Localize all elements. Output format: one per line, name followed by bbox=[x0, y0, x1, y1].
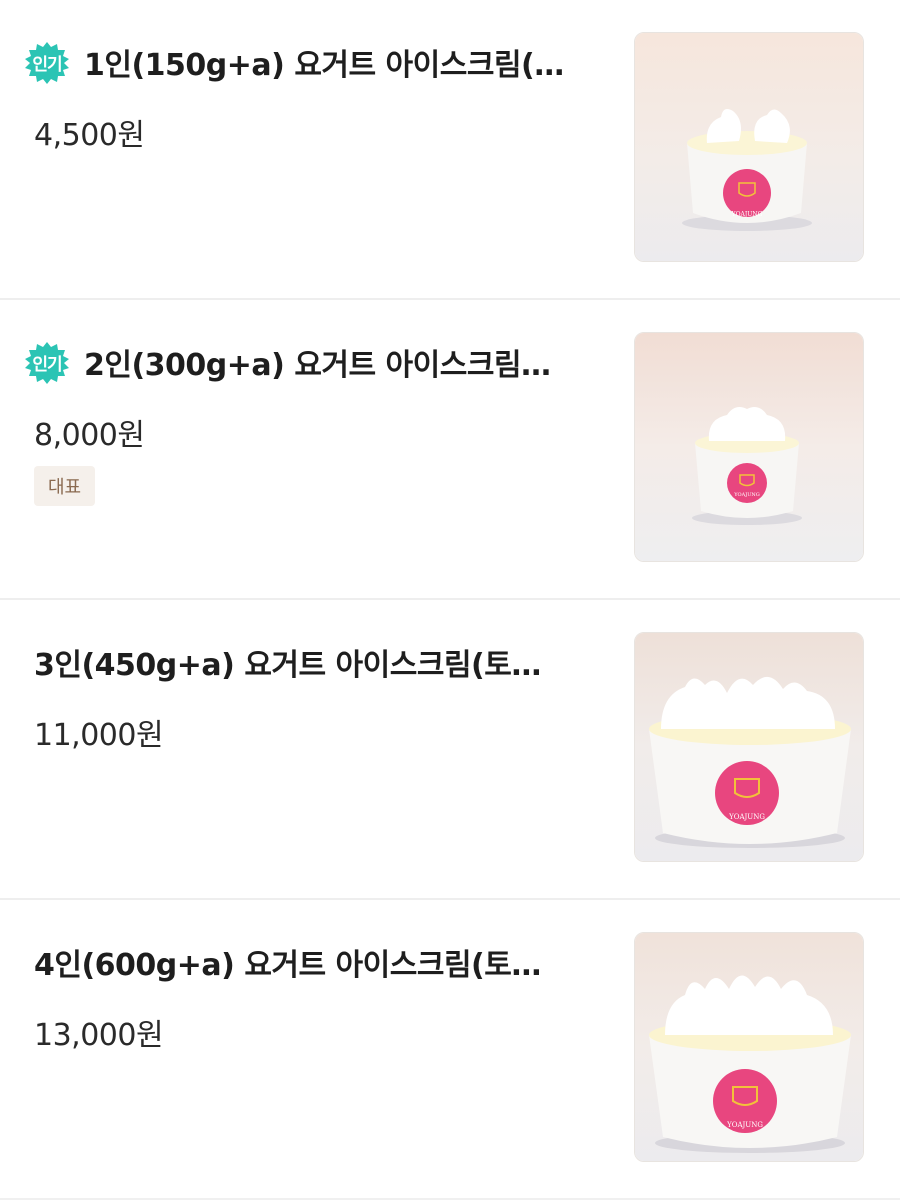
menu-item-3person[interactable]: 3인(450g+a) 요거트 아이스크림(토… 11,000원 YOAJUNG bbox=[0, 600, 900, 900]
menu-item-price: 8,000원 bbox=[34, 418, 145, 453]
menu-item-title-row: 4인(600g+a) 요거트 아이스크림(토… bbox=[34, 940, 541, 984]
menu-item-price: 11,000원 bbox=[34, 718, 164, 753]
cup-brand-text: YOAJUNG bbox=[731, 211, 763, 218]
menu-item-title-row: 인기 1인(150g+a) 요거트 아이스크림(… bbox=[22, 40, 564, 84]
menu-item-4person[interactable]: 4인(600g+a) 요거트 아이스크림(토… 13,000원 YOAJUNG bbox=[0, 900, 900, 1200]
menu-item-title-row: 인기 2인(300g+a) 요거트 아이스크림… bbox=[22, 340, 551, 384]
menu-item-photo[interactable]: YOAJUNG bbox=[634, 932, 864, 1162]
yogurt-cup-image: YOAJUNG bbox=[635, 633, 863, 861]
cup-brand-text: YOAJUNG bbox=[728, 813, 765, 821]
popular-badge: 인기 bbox=[22, 40, 72, 84]
yogurt-cup-image: YOAJUNG bbox=[635, 333, 863, 561]
cup-brand-text: YOAJUNG bbox=[726, 1121, 763, 1129]
menu-item-2person[interactable]: 인기 2인(300g+a) 요거트 아이스크림… 8,000원 대표 YOAJU… bbox=[0, 300, 900, 600]
yogurt-cup-image: YOAJUNG bbox=[635, 933, 863, 1161]
menu-item-title: 2인(300g+a) 요거트 아이스크림… bbox=[84, 348, 551, 383]
menu-item-price: 13,000원 bbox=[34, 1018, 164, 1053]
menu-item-title-row: 3인(450g+a) 요거트 아이스크림(토… bbox=[34, 640, 541, 684]
menu-item-title: 1인(150g+a) 요거트 아이스크림(… bbox=[84, 48, 564, 83]
popular-badge: 인기 bbox=[22, 340, 72, 384]
menu-list: 인기 1인(150g+a) 요거트 아이스크림(… 4,500원 YOAJUNG bbox=[0, 0, 900, 1200]
menu-item-title: 3인(450g+a) 요거트 아이스크림(토… bbox=[34, 648, 541, 683]
menu-item-photo[interactable]: YOAJUNG bbox=[634, 332, 864, 562]
menu-item-photo[interactable]: YOAJUNG bbox=[634, 32, 864, 262]
menu-item-1person[interactable]: 인기 1인(150g+a) 요거트 아이스크림(… 4,500원 YOAJUNG bbox=[0, 0, 900, 300]
cup-brand-text: YOAJUNG bbox=[733, 492, 760, 498]
menu-item-title: 4인(600g+a) 요거트 아이스크림(토… bbox=[34, 948, 541, 983]
menu-item-photo[interactable]: YOAJUNG bbox=[634, 632, 864, 862]
signature-tag: 대표 bbox=[34, 466, 96, 506]
menu-item-price: 4,500원 bbox=[34, 118, 145, 153]
yogurt-cup-image: YOAJUNG bbox=[635, 33, 863, 261]
